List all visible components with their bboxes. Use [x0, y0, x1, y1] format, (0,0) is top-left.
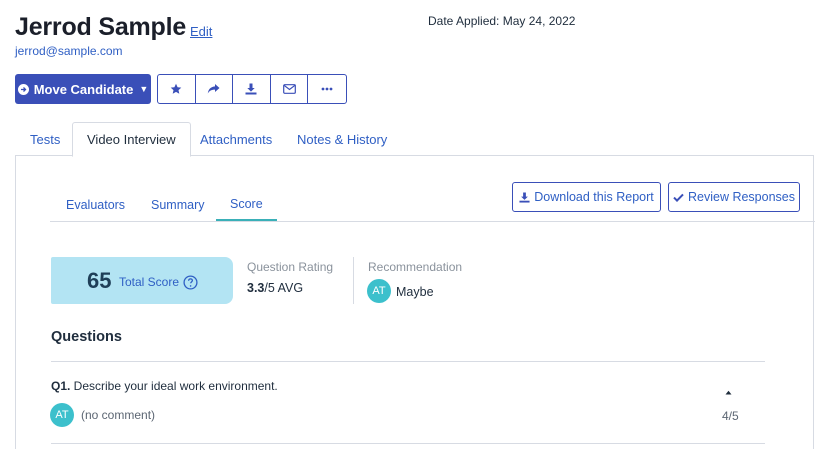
move-candidate-button[interactable]: Move Candidate ▼: [15, 74, 151, 104]
total-score-card: 65 Total Score: [51, 257, 233, 304]
question-text: Q1. Describe your ideal work environment…: [51, 379, 278, 393]
download-report-label: Download this Report: [534, 190, 654, 204]
review-responses-button[interactable]: Review Responses: [668, 182, 800, 212]
share-button[interactable]: [196, 75, 234, 103]
evaluator-comment: (no comment): [81, 408, 156, 422]
arrow-circle-icon: [17, 83, 29, 95]
question-rating-label: Question Rating: [247, 260, 334, 274]
question-body: Describe your ideal work environment.: [70, 379, 278, 393]
caret-up-icon[interactable]: [725, 383, 732, 398]
candidate-name: Jerrod Sample: [15, 13, 187, 41]
question-rating-value: 3.3/5 AVG: [247, 281, 303, 295]
download-icon: [519, 191, 530, 203]
question-rating-number: 3.3: [247, 281, 265, 295]
question-score: 4/5: [722, 409, 739, 423]
question-rating-suffix: /5 AVG: [264, 281, 304, 295]
total-score-label: Total Score: [119, 275, 180, 289]
check-icon: [673, 193, 684, 202]
share-icon: [208, 84, 220, 94]
download-button[interactable]: [233, 75, 271, 103]
star-icon: [170, 83, 182, 94]
caret-down-icon: ▼: [139, 84, 149, 94]
recommendation-label: Recommendation: [368, 260, 463, 274]
divider: [51, 443, 765, 444]
help-icon[interactable]: [183, 275, 198, 293]
email-icon: [282, 84, 296, 94]
subtab-summary[interactable]: Summary: [151, 188, 204, 221]
download-report-button[interactable]: Download this Report: [512, 182, 661, 212]
tab-tests[interactable]: Tests: [30, 122, 60, 156]
total-score-value: 65: [87, 268, 112, 293]
star-button[interactable]: [158, 75, 196, 103]
more-button[interactable]: [308, 75, 346, 103]
tab-video-interview[interactable]: Video Interview: [72, 122, 191, 157]
download-icon: [245, 83, 257, 95]
divider: [353, 257, 354, 304]
subtab-evaluators[interactable]: Evaluators: [66, 188, 125, 221]
review-responses-label: Review Responses: [688, 190, 795, 204]
questions-title: Questions: [51, 329, 122, 345]
candidate-email[interactable]: jerrod@sample.com: [15, 44, 123, 58]
avatar: AT: [50, 403, 74, 427]
subtab-score[interactable]: Score: [216, 188, 277, 221]
move-candidate-label: Move Candidate: [33, 81, 134, 97]
date-applied: Date Applied: May 24, 2022: [428, 14, 576, 28]
recommendation-value: Maybe: [396, 285, 434, 299]
candidate-actions-group: [157, 74, 347, 104]
email-button[interactable]: [271, 75, 309, 103]
more-icon: [321, 87, 333, 91]
question-number: Q1.: [51, 379, 71, 393]
tab-attachments[interactable]: Attachments: [200, 122, 272, 156]
edit-link[interactable]: Edit: [190, 24, 212, 39]
avatar: AT: [367, 279, 391, 303]
tab-notes-history[interactable]: Notes & History: [297, 122, 387, 156]
divider: [51, 361, 765, 362]
main-tabs: Tests Video Interview Attachments Notes …: [15, 122, 814, 157]
